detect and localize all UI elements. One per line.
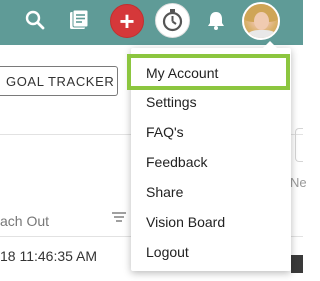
corner-element bbox=[291, 255, 303, 273]
notes-icon[interactable] bbox=[67, 8, 91, 32]
goal-tracker-label: GOAL TRACKER bbox=[6, 74, 115, 89]
menu-item-vision-board[interactable]: Vision Board bbox=[131, 207, 291, 237]
add-button[interactable]: + bbox=[110, 4, 144, 38]
menu-item-feedback[interactable]: Feedback bbox=[131, 147, 291, 177]
account-dropdown-menu: My Account Settings FAQ's Feedback Share… bbox=[127, 41, 291, 271]
menu-item-faqs[interactable]: FAQ's bbox=[131, 117, 291, 147]
side-panel-edge bbox=[295, 128, 303, 162]
menu-item-my-account[interactable]: My Account bbox=[127, 54, 290, 90]
menu-item-label: Settings bbox=[146, 94, 197, 110]
avatar[interactable] bbox=[242, 2, 280, 40]
menu-item-settings[interactable]: Settings bbox=[131, 87, 291, 117]
menu-item-logout[interactable]: Logout bbox=[131, 237, 291, 267]
menu-item-share[interactable]: Share bbox=[131, 177, 291, 207]
menu-item-label: Logout bbox=[146, 244, 189, 260]
menu-item-label: Vision Board bbox=[146, 214, 226, 230]
bell-icon[interactable] bbox=[205, 9, 227, 31]
avatar-face bbox=[254, 12, 269, 30]
menu-item-label: Feedback bbox=[146, 154, 208, 170]
plus-icon: + bbox=[119, 6, 135, 36]
stopwatch-button[interactable] bbox=[155, 3, 190, 38]
stopwatch-icon bbox=[162, 9, 183, 32]
goal-tracker-button[interactable]: GOAL TRACKER bbox=[0, 66, 118, 96]
peek-text: Ne bbox=[290, 175, 307, 190]
search-icon[interactable] bbox=[24, 9, 46, 31]
avatar-shirt bbox=[248, 30, 276, 38]
top-navigation-bar: + bbox=[0, 0, 303, 45]
column-header: ach Out bbox=[0, 213, 50, 229]
sort-icon[interactable] bbox=[112, 210, 126, 222]
row-timestamp: 18 11:46:35 AM bbox=[0, 248, 98, 264]
menu-item-label: My Account bbox=[146, 65, 219, 81]
menu-item-label: FAQ's bbox=[146, 124, 184, 140]
menu-item-label: Share bbox=[146, 184, 184, 200]
